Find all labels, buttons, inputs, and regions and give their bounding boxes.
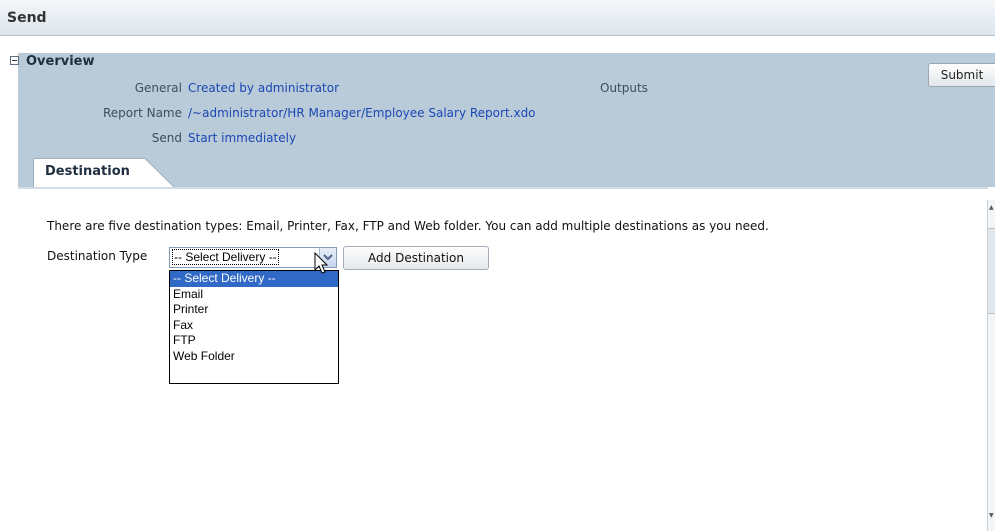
- content-area: [18, 187, 988, 531]
- scroll-down-icon[interactable]: ▼: [989, 512, 994, 519]
- page-header: Send: [0, 0, 995, 36]
- tab-label: Destination: [45, 164, 130, 179]
- scrollbar-thumb[interactable]: [988, 228, 995, 314]
- dropdown-option-select-delivery[interactable]: -- Select Delivery --: [170, 271, 338, 287]
- report-name-label: Report Name: [103, 106, 182, 120]
- outputs-label: Outputs: [600, 81, 648, 95]
- mouse-pointer-icon: [314, 252, 329, 274]
- send-value: Start immediately: [188, 131, 297, 145]
- submit-button[interactable]: Submit: [928, 63, 995, 87]
- report-name-value: /~administrator/HR Manager/Employee Sala…: [188, 106, 536, 120]
- dropdown-option-ftp[interactable]: FTP: [170, 333, 338, 349]
- dropdown-option-printer[interactable]: Printer: [170, 302, 338, 318]
- select-value: -- Select Delivery --: [172, 249, 279, 265]
- collapse-icon[interactable]: [10, 56, 19, 65]
- destination-description: There are five destination types: Email,…: [47, 219, 769, 233]
- send-label: Send: [151, 131, 182, 145]
- destination-type-label: Destination Type: [47, 249, 148, 263]
- delivery-dropdown-list: -- Select Delivery -- Email Printer Fax …: [169, 270, 339, 384]
- overview-title: Overview: [26, 54, 95, 69]
- scroll-up-icon[interactable]: ▲: [989, 204, 994, 211]
- general-label: General: [134, 81, 182, 95]
- page-title: Send: [7, 10, 47, 26]
- vertical-scrollbar[interactable]: ▲ ▼: [987, 200, 995, 531]
- dropdown-option-email[interactable]: Email: [170, 287, 338, 303]
- general-value: Created by administrator: [188, 81, 339, 95]
- add-destination-button[interactable]: Add Destination: [343, 246, 489, 270]
- dropdown-option-web-folder[interactable]: Web Folder: [170, 349, 338, 365]
- dropdown-option-fax[interactable]: Fax: [170, 318, 338, 334]
- destination-type-select[interactable]: -- Select Delivery --: [169, 247, 337, 268]
- tab-destination[interactable]: Destination: [33, 158, 178, 188]
